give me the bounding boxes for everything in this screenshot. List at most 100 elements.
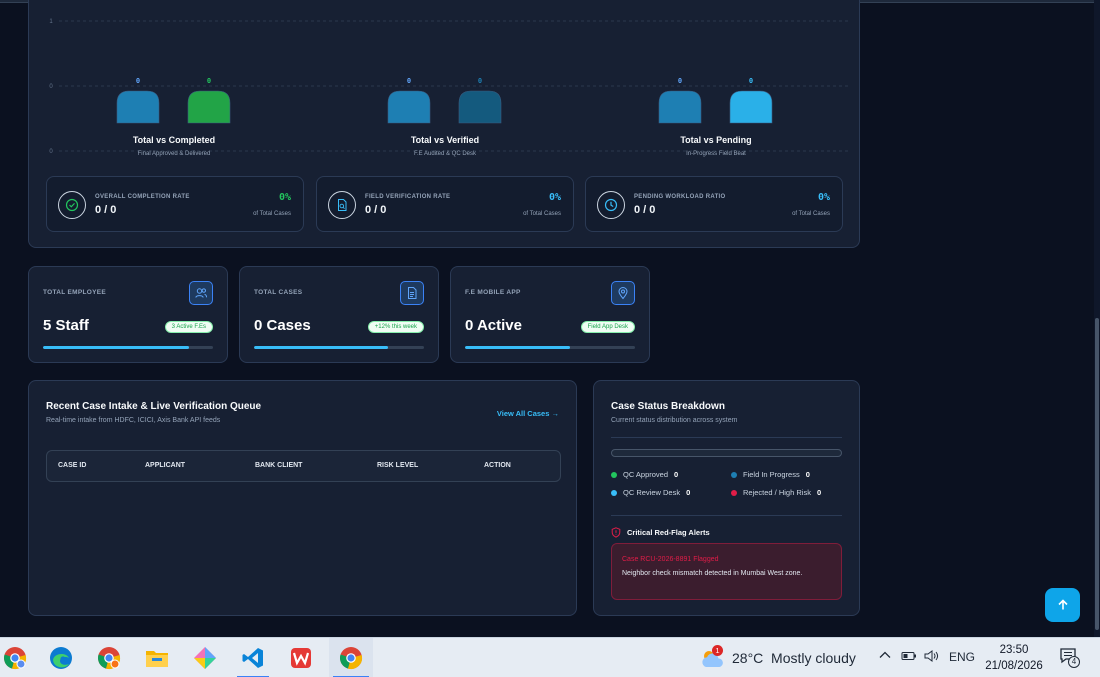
kpi-percent: 0% <box>548 192 561 203</box>
kpi-label: OVERALL COMPLETION RATE <box>95 194 190 200</box>
chrome-icon <box>4 647 27 670</box>
clock-time: 23:50 <box>999 644 1029 656</box>
stat-card-fe-mobile-app[interactable]: F.E MOBILE APP 0 Active Field App Desk <box>450 266 650 363</box>
kpi-label: FIELD VERIFICATION RATE <box>365 194 451 200</box>
scrollbar-thumb[interactable] <box>1095 318 1099 630</box>
taskbar-chrome-app-active[interactable] <box>329 638 373 677</box>
shield-alert-icon <box>611 527 621 538</box>
taskbar-weather-widget[interactable]: 1 28°C Mostly cloudy <box>700 645 856 668</box>
column-header-risk-level[interactable]: RISK LEVEL <box>377 462 418 469</box>
language-indicator[interactable]: ENG <box>949 650 975 664</box>
weather-text: 28°C Mostly cloudy <box>732 650 856 666</box>
y-tick-label: 0 <box>49 149 53 155</box>
stat-label: TOTAL EMPLOYEE <box>43 289 107 296</box>
column-header-case-id[interactable]: CASE ID <box>58 462 86 469</box>
chart-bar <box>387 90 431 124</box>
bar-value-label: 0 <box>407 77 411 85</box>
volume-icon[interactable] <box>923 649 939 666</box>
stat-value: 0 Cases <box>254 317 311 334</box>
column-header-bank-client[interactable]: BANK CLIENT <box>255 462 302 469</box>
stat-badge: 3 Active F.Es <box>164 321 213 333</box>
taskbar-vscode-app[interactable] <box>233 638 273 677</box>
status-distribution-bar <box>611 449 842 457</box>
scroll-to-top-button[interactable] <box>1045 588 1080 622</box>
kpi-label: PENDING WORKLOAD RATIO <box>634 194 726 200</box>
legend-label: QC Review Desk <box>623 488 681 497</box>
legend-dot <box>731 489 737 496</box>
category-label: Total vs Verified <box>411 135 479 145</box>
kpi-field-verification-rate: FIELD VERIFICATION RATE 0 / 0 0% of Tota… <box>316 176 574 232</box>
map-pin-icon <box>611 281 635 305</box>
stat-label: TOTAL CASES <box>254 289 303 296</box>
legend-label: QC Approved <box>623 470 669 479</box>
legend-dot <box>611 471 617 478</box>
edge-icon <box>50 647 72 669</box>
file-text-icon <box>400 281 424 305</box>
taskbar-file-explorer-app[interactable] <box>137 638 177 677</box>
view-all-cases-link[interactable]: View All Cases → <box>497 409 559 418</box>
status-title: Case Status Breakdown <box>611 401 725 412</box>
stat-progress-bar <box>43 346 213 349</box>
check-circle-icon <box>58 191 86 219</box>
chevron-up-icon[interactable] <box>878 648 892 665</box>
wps-office-icon <box>291 648 311 668</box>
column-header-action[interactable]: ACTION <box>484 462 511 469</box>
comparison-chart-card: 1 0 0 0 0 Total vs Completed Final Approved & … <box>28 0 860 248</box>
status-subtitle: Current status distribution across syste… <box>611 417 738 424</box>
taskbar-app-diamond[interactable] <box>185 638 225 677</box>
taskbar-clock[interactable]: 23:50 21/08/2026 <box>982 642 1046 674</box>
stat-progress-fill <box>43 346 190 349</box>
taskbar-edge-app[interactable] <box>41 638 81 677</box>
stat-progress-fill <box>465 346 571 349</box>
category-subtitle: Final Approved & Delivered <box>138 151 211 157</box>
legend-count: 0 <box>674 470 679 479</box>
clock-icon <box>597 191 625 219</box>
stat-value: 5 Staff <box>43 317 89 334</box>
kpi-value: 0 / 0 <box>95 204 117 216</box>
kpi-percent: 0% <box>817 192 830 203</box>
bar-value-label: 0 <box>749 77 753 85</box>
red-flag-alert[interactable]: Case RCU-2026-8891 Flagged Neighbor chec… <box>611 543 842 600</box>
clock-date: 21/08/2026 <box>985 660 1043 672</box>
legend-label: Field In Progress <box>743 470 800 479</box>
chart-bar <box>458 90 502 124</box>
battery-icon[interactable] <box>901 649 917 666</box>
diamond-app-icon <box>194 647 216 669</box>
kpi-value: 0 / 0 <box>365 204 387 216</box>
legend-count: 0 <box>805 470 810 479</box>
legend-label: Rejected / High Risk <box>743 488 811 497</box>
notification-center-icon[interactable]: 4 <box>1059 647 1081 669</box>
category-subtitle: In-Progress Field Beat <box>686 151 746 157</box>
kpi-percent: 0% <box>278 192 291 203</box>
chart-bar <box>116 90 160 124</box>
stat-badge: +12% this week <box>367 321 424 333</box>
chrome-icon <box>340 647 363 670</box>
category-label: Total vs Completed <box>133 135 215 145</box>
queue-subtitle: Real-time intake from HDFC, ICICI, Axis … <box>46 417 221 424</box>
taskbar-chrome-profile-app[interactable] <box>0 638 35 677</box>
bar-value-label: 0 <box>207 77 211 85</box>
alert-description: Neighbor check mismatch detected in Mumb… <box>622 570 803 577</box>
kpi-completion-rate: OVERALL COMPLETION RATE 0 / 0 0% of Tota… <box>46 176 304 232</box>
column-header-applicant[interactable]: APPLICANT <box>145 462 185 469</box>
queue-title: Recent Case Intake & Live Verification Q… <box>46 401 262 412</box>
legend-qc-review-desk: QC Review Desk 0 <box>611 488 690 497</box>
stat-card-total-cases[interactable]: TOTAL CASES 0 Cases +12% this week <box>239 266 439 363</box>
legend-count: 0 <box>686 488 691 497</box>
stat-progress-fill <box>254 346 389 349</box>
y-tick-label: 0 <box>49 84 53 90</box>
stat-label: F.E MOBILE APP <box>465 289 521 296</box>
case-status-breakdown-card: Case Status Breakdown Current status dis… <box>593 380 860 616</box>
windows-taskbar: 1 28°C Mostly cloudy ENG 23:50 21/08/202… <box>0 637 1100 677</box>
legend-dot <box>731 471 737 478</box>
stat-card-total-employee[interactable]: TOTAL EMPLOYEE 5 Staff 3 Active F.Es <box>28 266 228 363</box>
stat-progress-bar <box>465 346 635 349</box>
taskbar-chrome-profile2-app[interactable] <box>89 638 129 677</box>
stat-badge: Field App Desk <box>580 321 635 333</box>
legend-dot <box>611 489 617 496</box>
bar-value-label: 0 <box>136 77 140 85</box>
taskbar-wps-office-app[interactable] <box>281 638 321 677</box>
legend-qc-approved: QC Approved 0 <box>611 470 678 479</box>
notification-count-badge: 4 <box>1068 656 1080 668</box>
chrome-icon <box>98 647 121 670</box>
